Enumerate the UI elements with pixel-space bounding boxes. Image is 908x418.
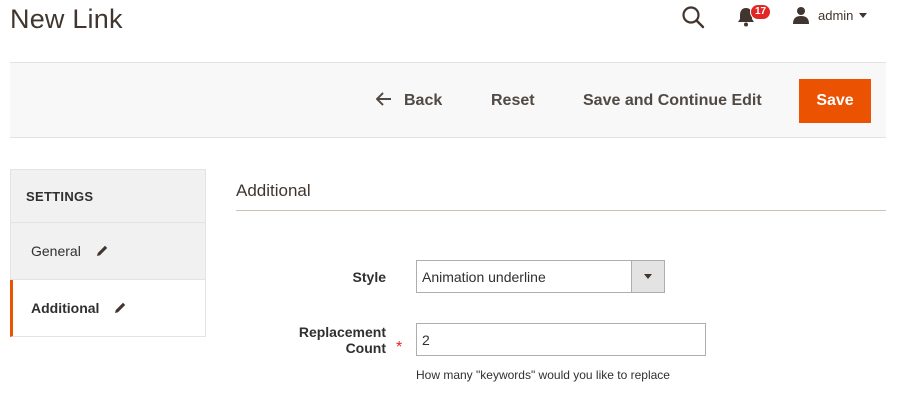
pencil-icon bbox=[95, 244, 109, 258]
required-indicator: * bbox=[396, 339, 403, 356]
replacement-count-label-line1: Replacement bbox=[298, 324, 386, 340]
select-toggle[interactable] bbox=[631, 261, 664, 292]
user-name: admin bbox=[818, 7, 854, 23]
sidebar-item-additional[interactable]: Additional bbox=[10, 280, 206, 337]
search-icon[interactable] bbox=[680, 4, 706, 30]
page-title: New Link bbox=[10, 4, 123, 34]
page-actions-toolbar: Back Reset Save and Continue Edit Save bbox=[10, 62, 886, 138]
chevron-down-icon bbox=[644, 274, 652, 279]
replacement-count-input[interactable] bbox=[416, 323, 706, 356]
notification-badge: 17 bbox=[750, 4, 772, 20]
user-icon bbox=[793, 7, 809, 24]
save-button[interactable]: Save bbox=[799, 79, 871, 123]
settings-sidebar: SETTINGS General Additional bbox=[10, 169, 206, 337]
section-title: Additional bbox=[236, 181, 311, 200]
reset-button[interactable]: Reset bbox=[491, 79, 535, 123]
replacement-count-label: Replacement Count bbox=[299, 324, 386, 356]
style-select[interactable]: Animation underline bbox=[416, 260, 665, 293]
user-menu[interactable]: admin bbox=[792, 4, 868, 26]
back-label: Back bbox=[404, 92, 443, 109]
replacement-count-label-line2: Count bbox=[345, 340, 386, 356]
section-divider bbox=[236, 210, 886, 211]
back-button[interactable]: Back bbox=[375, 79, 443, 123]
sidebar-heading: SETTINGS bbox=[10, 169, 206, 223]
sidebar-item-general[interactable]: General bbox=[10, 223, 206, 280]
sidebar-item-label: Additional bbox=[31, 300, 100, 316]
chevron-down-icon bbox=[859, 12, 868, 18]
pencil-icon bbox=[113, 301, 127, 315]
save-and-continue-button[interactable]: Save and Continue Edit bbox=[583, 79, 762, 123]
sidebar-item-label: General bbox=[31, 243, 81, 259]
style-select-value: Animation underline bbox=[422, 269, 546, 285]
back-arrow-icon bbox=[375, 91, 392, 111]
style-label: Style bbox=[352, 269, 386, 285]
replacement-count-note: How many "keywords" would you like to re… bbox=[416, 368, 670, 382]
notifications-button[interactable]: 17 bbox=[736, 4, 772, 30]
